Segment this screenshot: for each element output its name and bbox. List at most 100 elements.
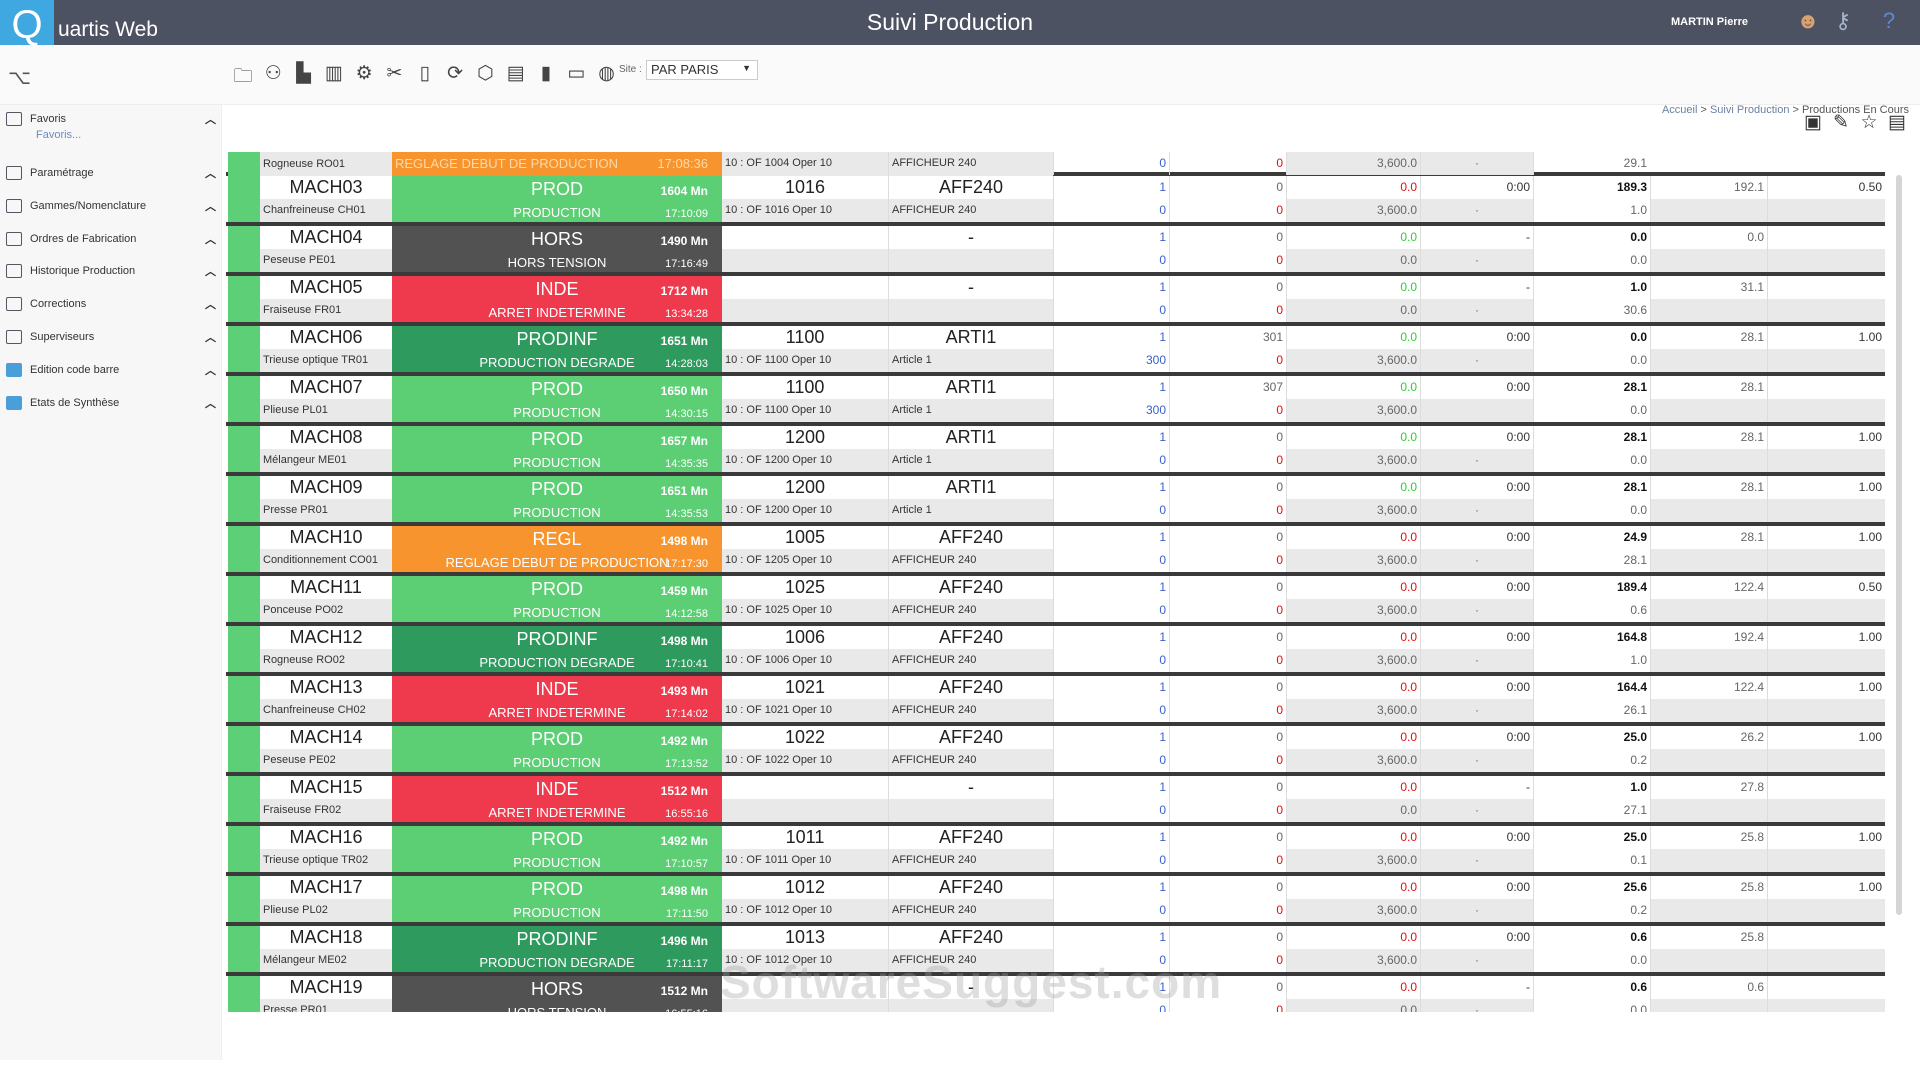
sidebar-item-2[interactable]: Gammes/Nomenclature︿: [0, 196, 222, 220]
chevron-up-icon[interactable]: ︿: [205, 231, 216, 247]
status-cell[interactable]: PROD PRODUCTION 1650 Mn 14:30:15: [392, 376, 722, 422]
breadcrumb-section[interactable]: Suivi Production: [1710, 104, 1790, 116]
status-cell[interactable]: PRODINF PRODUCTION DEGRADE 1496 Mn 17:11…: [392, 926, 722, 972]
monitor-icon[interactable]: ▣: [1802, 112, 1824, 134]
status-cell[interactable]: PROD PRODUCTION 1492 Mn 17:13:52: [392, 726, 722, 772]
status-cell[interactable]: PROD PRODUCTION 1657 Mn 14:35:35: [392, 426, 722, 472]
station-name: Mélangeur ME02: [260, 949, 392, 972]
table-row[interactable]: MACH05 Fraiseuse FR01 INDE ARRET INDETER…: [226, 276, 1885, 326]
tools-icon[interactable]: ✂: [382, 62, 408, 88]
user-avatar-icon[interactable]: ☻: [1795, 8, 1821, 36]
table-row[interactable]: MACH11 Ponceuse PO02 PROD PRODUCTION 145…: [226, 576, 1885, 626]
table-row[interactable]: MACH13 Chanfreineuse CH02 INDE ARRET IND…: [226, 676, 1885, 726]
value-cell: [1650, 399, 1767, 422]
chevron-up-icon[interactable]: ︿: [205, 362, 216, 378]
status-cell[interactable]: PRODINF PRODUCTION DEGRADE 1498 Mn 17:10…: [392, 626, 722, 672]
edit-notes-icon[interactable]: ✎: [1830, 112, 1852, 134]
status-cell[interactable]: PROD PRODUCTION 1459 Mn 14:12:58: [392, 576, 722, 622]
status-cell[interactable]: PROD PRODUCTION 1492 Mn 17:10:57: [392, 826, 722, 872]
table-row[interactable]: MACH12 Rogneuse RO02 PRODINF PRODUCTION …: [226, 626, 1885, 676]
status-cell[interactable]: HORS HORS TENSION 1490 Mn 17:16:49: [392, 226, 722, 272]
sidebar-item-favoris[interactable]: Favoris ︿: [0, 109, 222, 133]
refresh-icon[interactable]: ⟳: [442, 62, 468, 88]
chevron-up-icon[interactable]: ︿: [205, 296, 216, 312]
sidebar-item-1[interactable]: Paramétrage︿: [0, 163, 222, 187]
table-row[interactable]: MACH08 Mélangeur ME01 PROD PRODUCTION 16…: [226, 426, 1885, 476]
article-code: -: [888, 226, 1053, 249]
tree-icon[interactable]: ⌥: [8, 65, 31, 90]
table-row[interactable]: MACH04 Peseuse PE01 HORS HORS TENSION 14…: [226, 226, 1885, 276]
bar-chart-icon[interactable]: ▥: [321, 62, 347, 88]
gear-icon[interactable]: ⚙: [351, 62, 377, 88]
sidebar-item-7[interactable]: Edition code barre︿: [0, 360, 222, 384]
status-time: 17:08:36: [657, 152, 708, 176]
status-cell[interactable]: INDE ARRET INDETERMINE 1493 Mn 17:14:02: [392, 676, 722, 722]
document-icon[interactable]: ▭: [563, 62, 589, 88]
sidebar-item-6[interactable]: Superviseurs︿: [0, 327, 222, 351]
value-cell: [1767, 199, 1885, 222]
status-cell[interactable]: INDE ARRET INDETERMINE 1712 Mn 13:34:28: [392, 276, 722, 322]
folder-chart-icon[interactable]: 🗀: [230, 62, 256, 88]
people-icon[interactable]: ⚇: [260, 62, 286, 88]
chevron-up-icon[interactable]: ︿: [205, 111, 216, 127]
terminal-icon[interactable]: ▤: [503, 62, 529, 88]
report-icon[interactable]: ▤: [1886, 112, 1908, 134]
value-cell: 0:00: [1420, 326, 1533, 349]
right-tools: ▣ ✎ ☆ ▤: [1802, 112, 1908, 134]
value-cell: 122.4: [1650, 676, 1767, 699]
value-cell: 189.4: [1533, 576, 1650, 599]
user-name[interactable]: MARTIN Pierre: [1671, 16, 1748, 28]
value-cell: 0.50: [1767, 176, 1885, 199]
status-cell[interactable]: PROD PRODUCTION 1651 Mn 14:35:53: [392, 476, 722, 522]
value-cell: 1: [1053, 476, 1169, 499]
factory-icon[interactable]: ▙: [291, 62, 317, 88]
sidebar-item-4[interactable]: Historique Production︿: [0, 261, 222, 285]
chevron-up-icon[interactable]: ︿: [205, 395, 216, 411]
breadcrumb-home[interactable]: Accueil: [1662, 104, 1697, 116]
of-number: 1011: [722, 826, 888, 849]
help-globe-icon[interactable]: ?: [1876, 8, 1902, 36]
station-name: Fraiseuse FR01: [260, 299, 392, 322]
chevron-up-icon[interactable]: ︿: [205, 263, 216, 279]
sidebar-item-8[interactable]: Etats de Synthèse︿: [0, 393, 222, 417]
table-row[interactable]: MACH03 Chanfreineuse CH01 PROD PRODUCTIO…: [226, 176, 1885, 226]
status-cell[interactable]: HORS HORS TENSION 1512 Mn 16:55:16: [392, 976, 722, 1012]
star-icon[interactable]: ☆: [1858, 112, 1880, 134]
status-cell[interactable]: PROD PRODUCTION 1604 Mn 17:10:09: [392, 176, 722, 222]
table-row[interactable]: MACH10 Conditionnement CO01 REGL REGLAGE…: [226, 526, 1885, 576]
table-row[interactable]: MACH07 Plieuse PL01 PROD PRODUCTION 1650…: [226, 376, 1885, 426]
favorites-link[interactable]: Favoris...: [36, 129, 81, 141]
globe-icon[interactable]: ◍: [594, 62, 620, 88]
status-time: 14:28:03: [665, 353, 708, 372]
value-cell: 0.6: [1650, 976, 1767, 999]
value-cell: 28.1: [1533, 376, 1650, 399]
table-row[interactable]: MACH14 Peseuse PE02 PROD PRODUCTION 1492…: [226, 726, 1885, 776]
sidebar-item-3[interactable]: Ordres de Fabrication︿: [0, 229, 222, 253]
table-row[interactable]: MACH15 Fraiseuse FR02 INDE ARRET INDETER…: [226, 776, 1885, 826]
status-cell[interactable]: INDE ARRET INDETERMINE 1512 Mn 16:55:16: [392, 776, 722, 822]
status-cell[interactable]: PROD PRODUCTION 1498 Mn 17:11:50: [392, 876, 722, 922]
table-row[interactable]: MACH09 Presse PR01 PROD PRODUCTION 1651 …: [226, 476, 1885, 526]
vertical-scrollbar[interactable]: [1892, 155, 1906, 1010]
value-cell: 0.0: [1286, 299, 1420, 322]
chevron-up-icon[interactable]: ︿: [205, 165, 216, 181]
table-row-partial[interactable]: Rogneuse RO01 REGLAGE DEBUT DE PRODUCTIO…: [226, 152, 1885, 176]
status-cell[interactable]: REGL REGLAGE DEBUT DE PRODUCTION 1498 Mn…: [392, 526, 722, 572]
book-icon[interactable]: ▮: [533, 62, 559, 88]
chevron-up-icon[interactable]: ︿: [205, 198, 216, 214]
value-cell: [1767, 976, 1885, 999]
article-label: AFFICHEUR 240: [888, 649, 1053, 672]
box-icon[interactable]: ⬡: [472, 62, 498, 88]
chevron-up-icon[interactable]: ︿: [205, 329, 216, 345]
status-cell[interactable]: PRODINF PRODUCTION DEGRADE 1651 Mn 14:28…: [392, 326, 722, 372]
scrollbar-thumb[interactable]: [1896, 175, 1902, 915]
machine-name: MACH07: [260, 376, 392, 399]
keys-icon[interactable]: ⚷: [1830, 8, 1856, 36]
value-cell: 0.0: [1533, 499, 1650, 522]
site-select[interactable]: PAR PARIS▼: [646, 60, 758, 80]
table-row[interactable]: MACH16 Trieuse optique TR02 PROD PRODUCT…: [226, 826, 1885, 876]
device-icon[interactable]: ▯: [412, 62, 438, 88]
table-row[interactable]: MACH06 Trieuse optique TR01 PRODINF PROD…: [226, 326, 1885, 376]
table-row[interactable]: MACH17 Plieuse PL02 PROD PRODUCTION 1498…: [226, 876, 1885, 926]
sidebar-item-5[interactable]: Corrections︿: [0, 294, 222, 318]
